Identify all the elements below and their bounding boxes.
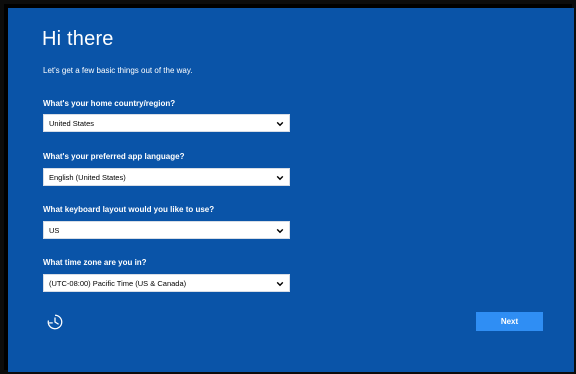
setup-screen: Hi there Let's get a few basic things ou… <box>8 8 574 372</box>
app-language-value: English (United States) <box>49 173 126 182</box>
chevron-down-icon <box>276 121 284 127</box>
chevron-down-icon <box>276 281 284 287</box>
app-language-label: What's your preferred app language? <box>43 152 185 161</box>
page-subtitle: Let's get a few basic things out of the … <box>43 66 193 75</box>
keyboard-layout-value: US <box>49 226 60 235</box>
app-language-select[interactable]: English (United States) <box>43 168 290 186</box>
time-zone-label: What time zone are you in? <box>43 258 147 267</box>
ease-of-access-icon[interactable] <box>46 313 64 331</box>
chevron-down-icon <box>276 175 284 181</box>
time-zone-select[interactable]: (UTC-08:00) Pacific Time (US & Canada) <box>43 274 290 292</box>
chevron-down-icon <box>276 228 284 234</box>
country-region-select[interactable]: United States <box>43 114 290 132</box>
country-region-value: United States <box>49 119 95 128</box>
page-title: Hi there <box>42 28 114 50</box>
screen-frame: Hi there Let's get a few basic things ou… <box>0 0 576 374</box>
keyboard-layout-select[interactable]: US <box>43 221 290 239</box>
next-button[interactable]: Next <box>476 312 543 331</box>
keyboard-layout-label: What keyboard layout would you like to u… <box>43 205 215 214</box>
country-region-label: What's your home country/region? <box>43 99 176 108</box>
time-zone-value: (UTC-08:00) Pacific Time (US & Canada) <box>49 279 187 288</box>
